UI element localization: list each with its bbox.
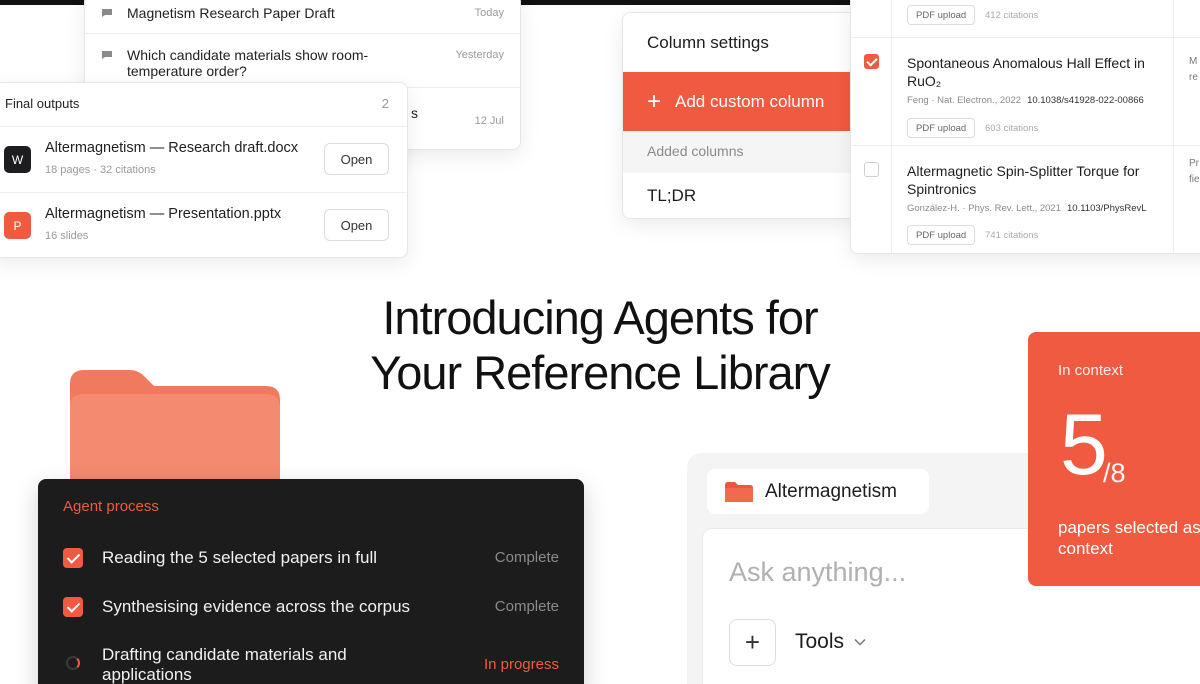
presentation-icon: P <box>4 212 31 239</box>
ask-input[interactable] <box>729 557 1049 588</box>
output-file-row: P Altermagnetism — Presentation.pptx 16 … <box>0 192 407 257</box>
step-label: Drafting candidate materials and applica… <box>102 645 347 684</box>
chat-title: Which candidate materials show room-temp… <box>127 47 369 79</box>
plus-icon: + <box>647 87 662 115</box>
file-meta: 16 slides <box>45 230 89 242</box>
output-file-row: W Altermagnetism — Research draft.docx 1… <box>0 126 407 192</box>
chat-item[interactable]: Magnetism Research Paper Draft Today <box>85 5 520 21</box>
add-custom-column-label: Add custom column <box>675 91 825 111</box>
file-name: Altermagnetism — Presentation.pptx <box>45 206 282 222</box>
agent-process-panel: Agent process Reading the 5 selected pap… <box>38 479 584 684</box>
open-button[interactable]: Open <box>324 143 389 175</box>
add-attachment-button[interactable]: + <box>729 619 776 666</box>
pdf-upload-tag: PDF upload <box>907 5 976 25</box>
spinner-icon <box>66 656 80 670</box>
pdf-upload-tag: PDF upload <box>907 118 976 138</box>
table-row: Altermagnetic Spin-Splitter Torque for S… <box>851 145 1200 253</box>
row-extra-text: M re <box>1189 56 1198 83</box>
paper-meta: González-H. · Phys. Rev. Lett., 2021 10.1… <box>907 203 1147 214</box>
row-checkbox[interactable] <box>864 54 879 69</box>
table-row: PDF upload 412 citations <box>851 0 1200 37</box>
headline-line: Your Reference Library <box>370 346 831 399</box>
chat-date: Yesterday <box>455 49 504 61</box>
chat-bubble-icon <box>102 9 112 17</box>
chat-item[interactable]: Which candidate materials show room-temp… <box>85 47 520 79</box>
final-outputs-count: 2 <box>381 96 389 111</box>
step-label: Reading the 5 selected papers in full <box>102 548 378 567</box>
library-name: Altermagnetism <box>765 480 897 502</box>
file-name: Altermagnetism — Research draft.docx <box>45 140 299 156</box>
selected-count: 5 <box>1060 397 1108 493</box>
citation-count: 603 citations <box>985 123 1039 134</box>
file-meta: 18 pages · 32 citations <box>45 164 156 176</box>
final-outputs-title: Final outputs <box>5 96 80 111</box>
headline-line: Introducing Agents for <box>382 291 818 344</box>
added-columns-label: Added columns <box>623 131 857 173</box>
final-outputs-card: Final outputs 2 W Altermagnetism — Resea… <box>0 82 408 258</box>
step-status: Complete <box>494 549 559 566</box>
pdf-upload-tag: PDF upload <box>907 225 976 245</box>
citation-count: 741 citations <box>985 230 1039 241</box>
paper-title[interactable]: Spontaneous Anomalous Hall Effect in RuO… <box>907 54 1163 90</box>
open-button[interactable]: Open <box>324 209 389 241</box>
in-context-label: In context <box>1058 362 1124 379</box>
step-status: Complete <box>494 598 559 615</box>
in-context-card: In context 5 /8 papers selected as conte… <box>1028 332 1200 586</box>
row-checkbox[interactable] <box>864 162 879 177</box>
row-extra-text: Pr fie <box>1189 158 1200 185</box>
tools-label: Tools <box>795 630 845 653</box>
papers-table: PDF upload 412 citations Spontaneous Ano… <box>850 0 1200 254</box>
folder-icon <box>725 481 753 502</box>
paper-meta: Feng · Nat. Electron., 2022 10.1038/s4192… <box>907 95 1144 106</box>
divider <box>85 33 520 34</box>
checkbox-checked-icon <box>63 597 83 617</box>
add-custom-column-button[interactable]: + Add custom column <box>623 72 857 131</box>
context-description: papers selected as context <box>1058 518 1200 558</box>
library-selector[interactable]: Altermagnetism <box>707 469 929 514</box>
tools-dropdown[interactable]: Tools <box>795 630 866 654</box>
chat-title: Magnetism Research Paper Draft <box>127 5 335 21</box>
citation-count: 412 citations <box>985 10 1039 21</box>
chat-date: Today <box>474 7 504 19</box>
column-item[interactable]: TL;DR <box>647 186 696 206</box>
chat-date: 12 Jul <box>474 115 504 127</box>
checkbox-checked-icon <box>63 548 83 568</box>
step-label: Synthesising evidence across the corpus <box>102 597 411 616</box>
agent-process-title: Agent process <box>63 498 159 515</box>
paper-title[interactable]: Altermagnetic Spin-Splitter Torque for S… <box>907 162 1163 198</box>
chat-bubble-icon <box>102 51 112 59</box>
page-headline: Introducing Agents for Your Reference Li… <box>300 290 900 400</box>
total-count: /8 <box>1103 458 1126 488</box>
column-settings-card: Column settings + Add custom column Adde… <box>622 12 858 219</box>
chevron-down-icon <box>854 638 866 646</box>
table-row: Spontaneous Anomalous Hall Effect in RuO… <box>851 37 1200 145</box>
word-document-icon: W <box>4 146 31 173</box>
step-status: In progress <box>483 656 559 673</box>
column-settings-title: Column settings <box>647 33 769 52</box>
